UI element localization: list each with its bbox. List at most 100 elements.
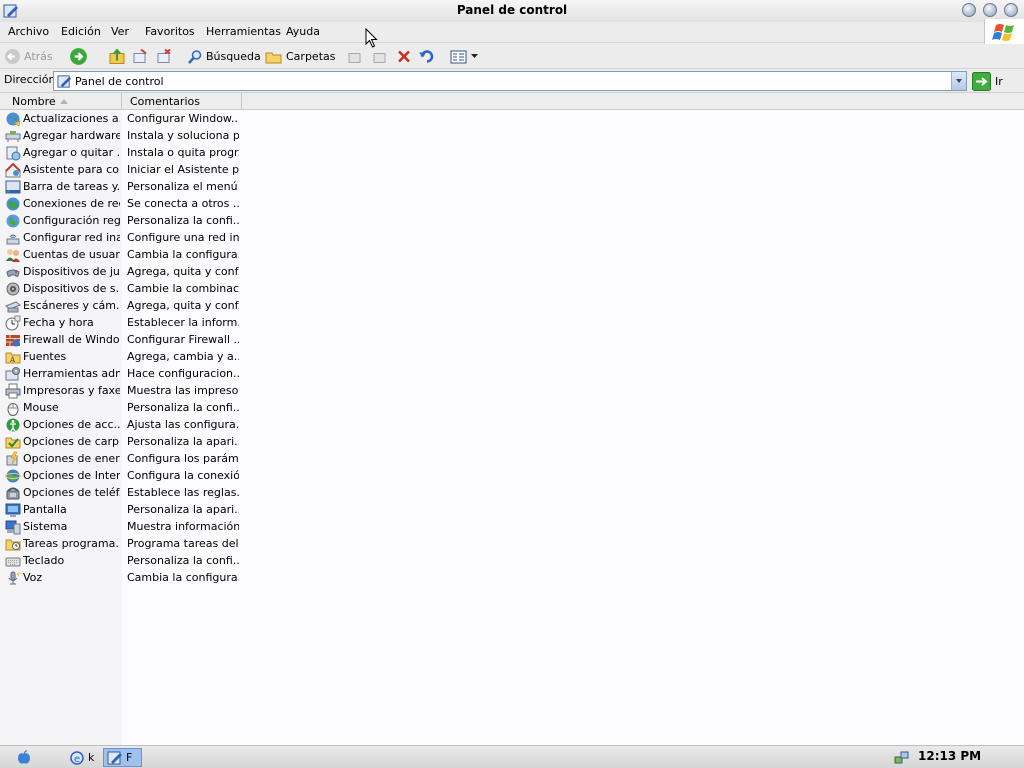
list-item[interactable]: Agregar hardware Instala y soluciona p... [0,128,240,145]
system-icon [5,520,21,535]
menu-herramientas[interactable]: Herramientas [206,25,281,38]
list-item[interactable]: Impresoras y faxes Muestra las impreso... [0,383,240,400]
item-comment: Ajusta las configura... [127,418,239,431]
move-to-disabled-icon[interactable] [346,47,364,66]
column-header-name[interactable]: Nombre [0,93,122,110]
list-item[interactable]: Firewall de Windo... Configurar Firewall … [0,332,240,349]
tray-clock[interactable]: 12:13 PM [918,749,981,763]
forward-arrow-icon[interactable] [69,47,88,66]
list-item[interactable]: Fecha y hora Establecer la inform... [0,315,240,332]
menu-ayuda[interactable]: Ayuda [286,25,320,38]
file-list-view[interactable]: Nombre Comentarios Actualizaciones a... C… [0,93,1024,745]
list-item[interactable]: Actualizaciones a... Configurar Window... [0,111,240,128]
maximize-button[interactable] [983,3,997,17]
list-item[interactable]: Herramientas adm... Hace configuracion... [0,366,240,383]
item-comment: Muestra las impreso... [127,384,239,397]
menu-ver[interactable]: Ver [111,25,129,38]
taskbar-button-control-panel[interactable]: F [103,748,142,767]
list-item[interactable]: Opciones de teléf... Establece las reglas… [0,485,240,502]
item-name: Fuentes [23,350,67,363]
address-bar: Dirección Panel de control Ir [0,69,1024,93]
network-tray-icon[interactable] [894,750,910,765]
list-item[interactable]: Barra de tareas y... Personaliza el menú … [0,179,240,196]
scanner-icon [5,301,21,313]
accessibility-icon [6,418,20,432]
item-name: Voz [23,571,43,584]
menu-favoritos[interactable]: Favoritos [145,25,195,38]
address-dropdown-button[interactable] [951,72,966,90]
views-button[interactable] [450,47,478,66]
list-item[interactable]: Dispositivos de ju... Agrega, quita y con… [0,264,240,281]
list-item[interactable]: Opciones de carp... Personaliza la apari.… [0,434,240,451]
item-name: Agregar hardware [23,129,120,142]
list-item[interactable]: Opciones de ener... Configura los parám..… [0,451,240,468]
item-comment: Establecer la inform... [127,316,239,329]
close-button[interactable] [1004,3,1018,17]
list-item[interactable]: Voz Cambia la configura... [0,570,240,587]
up-folder-icon[interactable] [108,47,126,66]
taskbar-button-ie[interactable]: e k [66,748,97,767]
item-comment: Configura la conexió... [127,469,239,482]
folders-button[interactable]: Carpetas [265,47,335,66]
title-bar[interactable]: Panel de control [0,0,1024,22]
list-item[interactable]: A Fuentes Agrega, cambia y a... [0,349,240,366]
search-icon [188,49,202,64]
mouse-pointer-icon [365,28,378,48]
item-comment: Muestra información... [127,520,239,533]
keyboard-icon [5,557,21,567]
list-item[interactable]: Dispositivos de s... Cambie la combinaci.… [0,281,240,298]
item-name: Agregar o quitar ... [23,146,120,159]
item-comment: Configurar Window... [127,112,239,125]
item-name: Dispositivos de s... [23,282,120,295]
list-item[interactable]: Tareas programa... Programa tareas del... [0,536,240,553]
back-arrow-icon [5,49,20,64]
list-item[interactable]: Opciones de acc... Ajusta las configura..… [0,417,240,434]
list-item[interactable]: Conexiones de red Se conecta a otros ... [0,196,240,213]
item-name: Asistente para co... [23,163,120,176]
start-apple-icon[interactable] [17,750,31,765]
gamepad-icon [6,269,20,277]
undo-icon[interactable] [418,47,436,66]
list-item[interactable]: Agregar o quitar ... Instala o quita prog… [0,145,240,162]
address-input[interactable]: Panel de control [53,71,967,91]
list-item[interactable]: Asistente para co... Iniciar el Asistente… [0,162,240,179]
go-button[interactable]: Ir [972,71,1003,91]
column-header-comments[interactable]: Comentarios [122,93,242,110]
list-item[interactable]: Pantalla Personaliza la apari... [0,502,240,519]
item-name: Cuentas de usuario [23,248,120,261]
move-to-icon[interactable] [131,47,149,66]
back-button[interactable]: Atrás [4,47,53,66]
list-item[interactable]: Opciones de Inter... Configura la conexió… [0,468,240,485]
item-comment: Iniciar el Asistente p... [127,163,239,176]
printer-icon [5,383,21,399]
item-name: Herramientas adm... [23,367,120,380]
minimize-button[interactable] [962,3,976,17]
item-name: Opciones de Inter... [23,469,120,482]
list-item[interactable]: Cuentas de usuario Cambia la configura... [0,247,240,264]
list-item[interactable]: Mouse Personaliza la confi... [0,400,240,417]
menu-archivo[interactable]: Archivo [8,25,49,38]
list-item[interactable]: Configurar red ina... Configure una red i… [0,230,240,247]
svg-text:A: A [9,356,16,364]
speaker-icon [6,282,20,296]
list-item[interactable]: Escáneres y cám... Agrega, quita y conf..… [0,298,240,315]
copy-to-disabled-icon[interactable] [371,47,389,66]
item-rows: Actualizaciones a... Configurar Window...… [0,111,240,587]
list-item[interactable]: Teclado Personaliza la confi... [0,553,240,570]
mouse-icon [7,403,19,416]
item-name: Configurar red ina... [23,231,120,244]
item-comment: Configurar Firewall ... [127,333,239,346]
search-button[interactable]: Búsqueda [187,47,261,66]
list-item[interactable]: Configuración reg... Personaliza la confi… [0,213,240,230]
copy-to-icon[interactable] [155,47,173,66]
admin-tools-icon [5,367,20,381]
menu-edicion[interactable]: Edición [61,25,101,38]
taskbar-button-label: k [88,751,95,764]
item-name: Actualizaciones a... [23,112,120,125]
add-remove-icon [6,146,21,161]
list-item[interactable]: Sistema Muestra información... [0,519,240,536]
clock-icon [5,315,21,331]
item-name: Mouse [23,401,59,414]
delete-icon[interactable] [396,47,412,66]
column-comments-label: Comentarios [130,95,200,108]
